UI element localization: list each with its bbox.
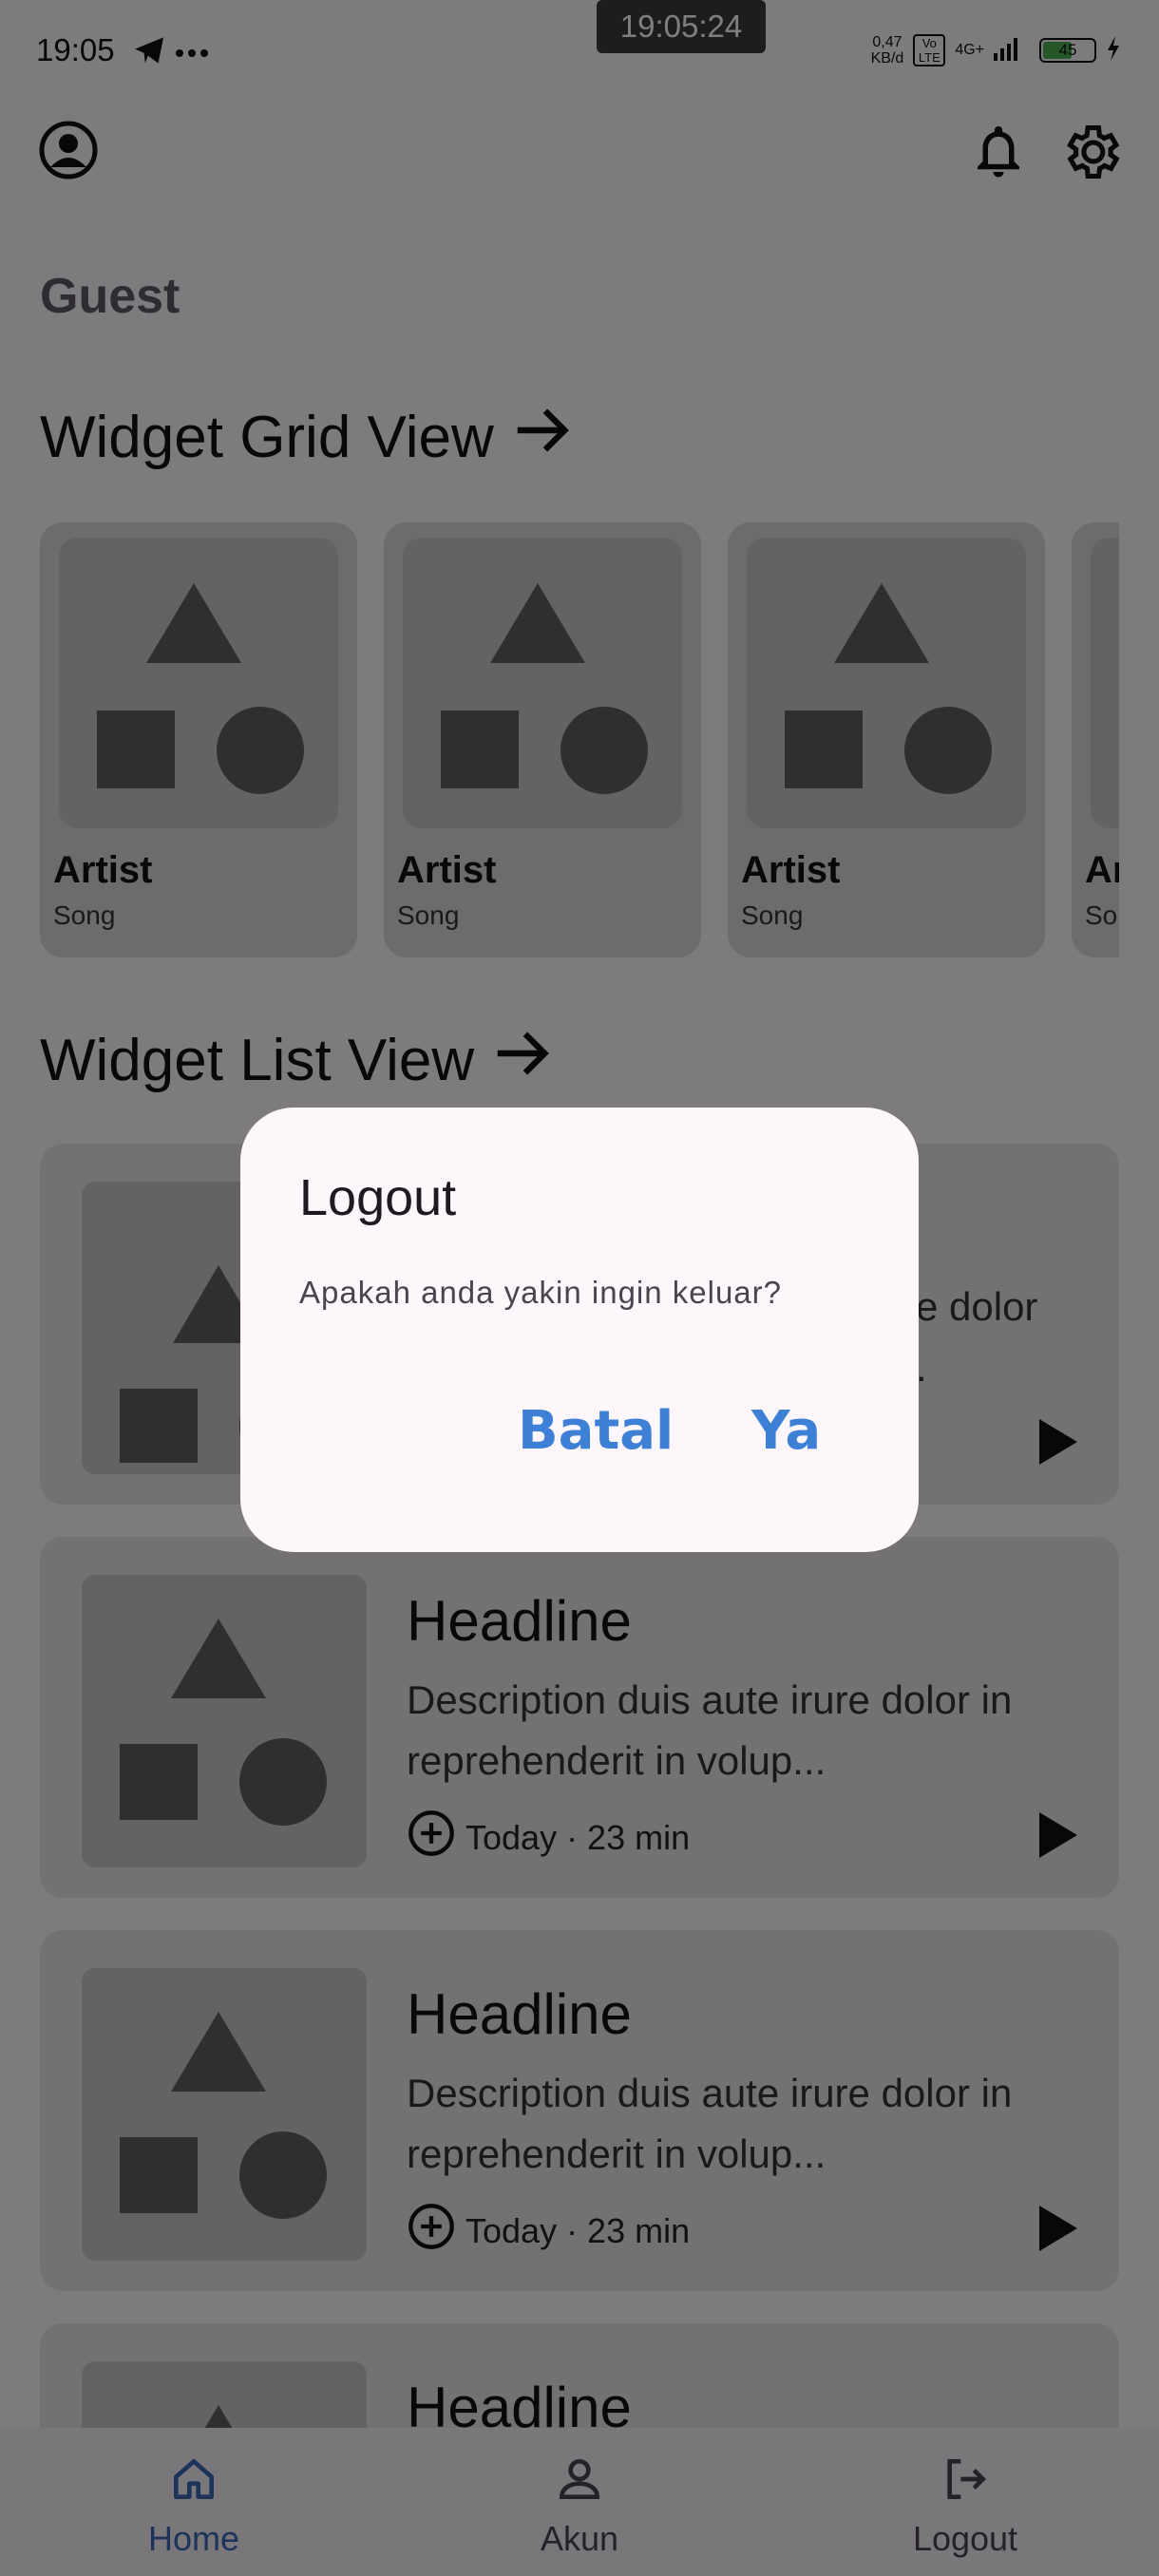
confirm-button[interactable]: Ya: [751, 1400, 821, 1462]
dialog-title: Logout: [299, 1169, 457, 1226]
dialog-message: Apakah anda yakin ingin keluar?: [299, 1275, 783, 1310]
cancel-button[interactable]: Batal: [518, 1400, 674, 1462]
logout-dialog: Logout Apakah anda yakin ingin keluar? B…: [240, 1108, 919, 1552]
